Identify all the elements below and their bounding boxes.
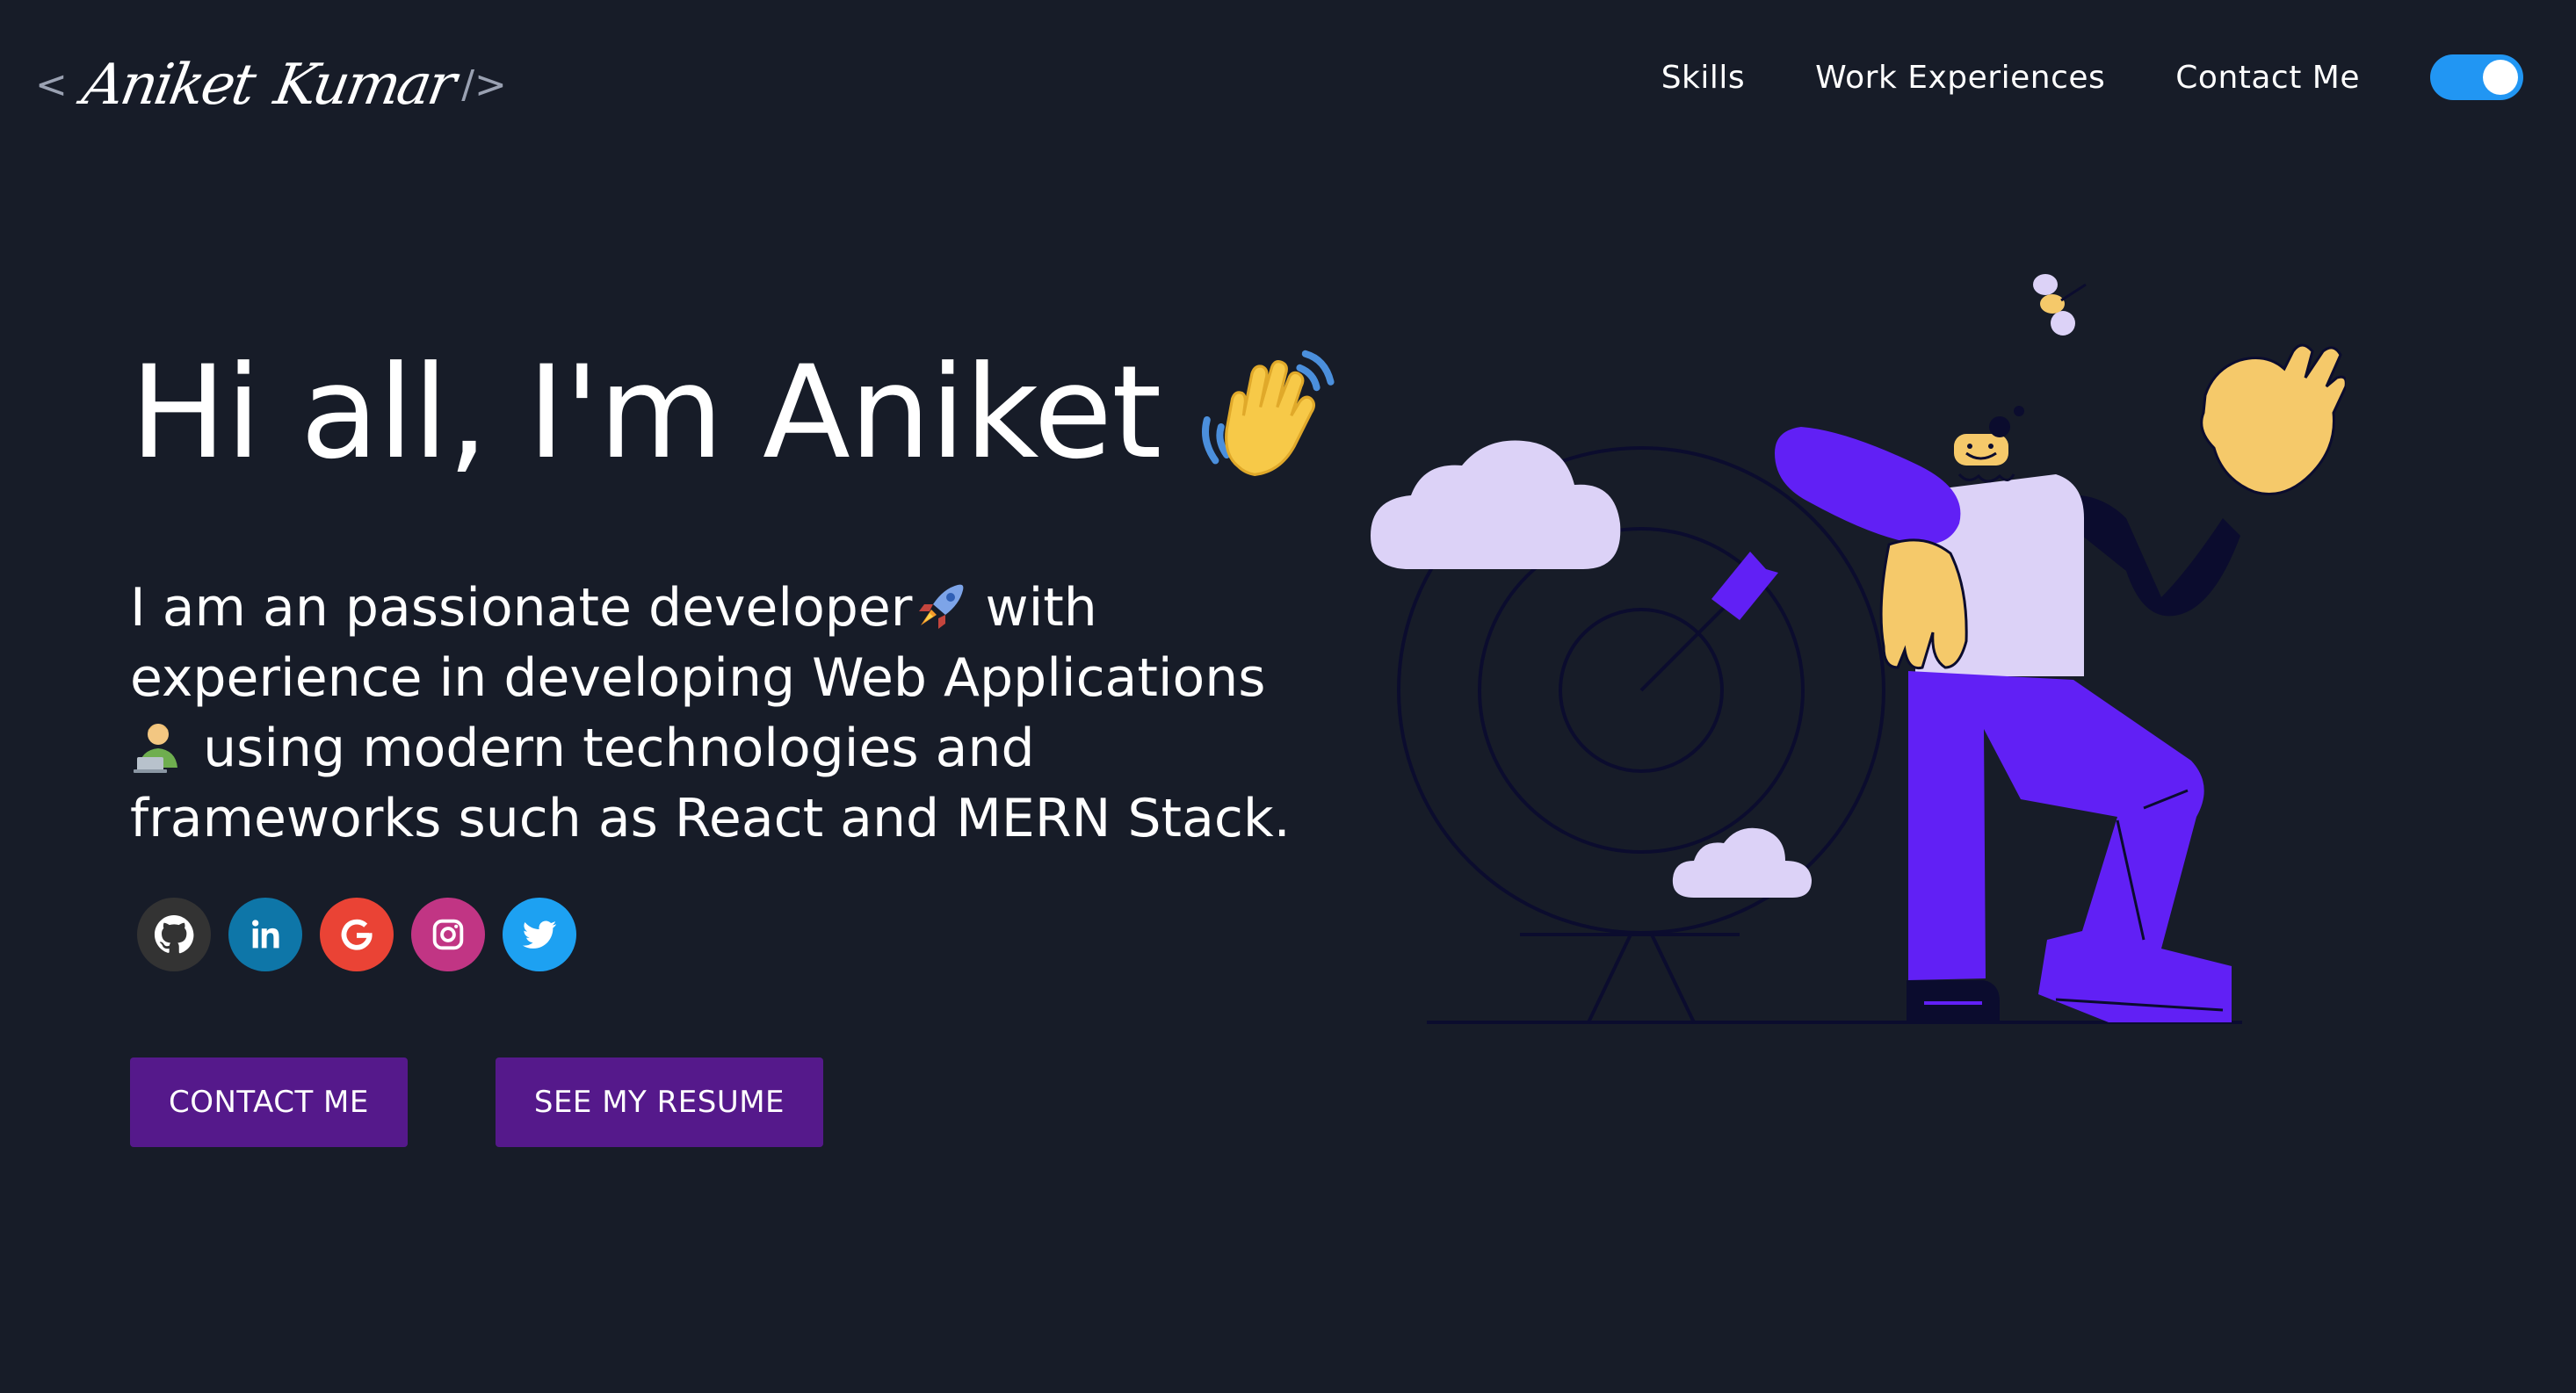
- main-nav: Skills Work Experiences Contact Me: [1661, 54, 2576, 100]
- greeting-title-text: Hi all, I'm Aniket: [130, 338, 1161, 487]
- linkedin-icon: [252, 920, 279, 949]
- nav-work-experiences-link[interactable]: Work Experiences: [1815, 60, 2105, 96]
- greeting-title: Hi all, I'm Aniket: [130, 334, 1342, 492]
- see-my-resume-button[interactable]: SEE MY RESUME: [495, 1057, 824, 1147]
- person-front-arm: [1775, 427, 1961, 545]
- cloud-large: [1371, 440, 1621, 569]
- person-legs: [1908, 671, 2232, 1022]
- google-icon: [341, 919, 373, 950]
- cta-buttons: CONTACT ME SEE MY RESUME: [130, 1057, 824, 1147]
- person-raised-hand: [2200, 343, 2346, 495]
- contact-me-button[interactable]: CONTACT ME: [130, 1057, 408, 1147]
- rocket-icon: [919, 584, 964, 629]
- person-front-hand: [1879, 538, 1968, 670]
- logo-link[interactable]: < Aniket Kumar />: [35, 46, 507, 125]
- logo-close-bracket: />: [461, 62, 507, 107]
- technologist-icon: [134, 724, 177, 773]
- instagram-button[interactable]: [411, 898, 485, 971]
- linkedin-button[interactable]: [228, 898, 302, 971]
- twitter-button[interactable]: [503, 898, 576, 971]
- greeting-section: Hi all, I'm Aniket I am an passionate de…: [130, 334, 1342, 854]
- google-button[interactable]: [320, 898, 394, 971]
- github-icon: [154, 914, 194, 954]
- github-button[interactable]: [137, 898, 211, 971]
- waving-hand-icon: [1202, 350, 1335, 477]
- nav-contact-me-link[interactable]: Contact Me: [2175, 60, 2360, 96]
- theme-toggle[interactable]: [2430, 54, 2523, 100]
- person-head: [1954, 434, 2008, 466]
- bee: [2033, 274, 2087, 336]
- subtitle-part-3: using modern technologies and frameworks…: [130, 718, 1291, 849]
- cloud-small: [1672, 827, 1812, 898]
- nav-skills-link[interactable]: Skills: [1661, 60, 1745, 96]
- logo-first-name: Aniket: [77, 53, 258, 118]
- hero-illustration: [1371, 274, 2346, 1024]
- twitter-icon: [522, 920, 557, 949]
- logo-last-name: Kumar: [269, 53, 459, 118]
- greeting-subtitle: I am an passionate developer with experi…: [130, 573, 1325, 854]
- logo-signature: Aniket Kumar: [77, 53, 459, 118]
- logo-open-bracket: <: [35, 62, 68, 107]
- social-links: [137, 898, 576, 971]
- toggle-knob: [2483, 60, 2518, 95]
- subtitle-part-1: I am an passionate developer: [130, 577, 913, 639]
- instagram-icon: [432, 919, 464, 950]
- dart: [1639, 552, 1778, 692]
